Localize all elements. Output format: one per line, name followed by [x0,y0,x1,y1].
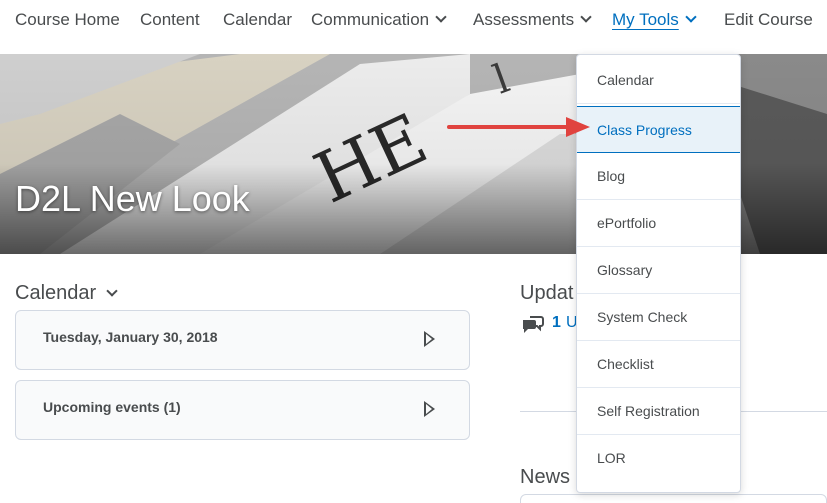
chevron-down-icon [435,11,447,23]
menu-item-blog[interactable]: Blog [577,153,740,200]
menu-item-self-registration[interactable]: Self Registration [577,388,740,435]
updates-widget-title: Updat [520,282,574,304]
play-arrow-icon [424,401,435,417]
chevron-down-icon [580,11,592,23]
nav-edit-course[interactable]: Edit Course [724,10,813,30]
nav-content[interactable]: Content [140,10,200,30]
news-widget-title: News [520,466,571,488]
course-title: D2L New Look [15,178,250,219]
calendar-upcoming-card[interactable]: Upcoming events (1) [15,380,470,440]
chevron-down-icon [106,285,118,297]
play-arrow-icon [424,331,435,347]
menu-item-eportfolio[interactable]: ePortfolio [577,200,740,247]
nav-assessments[interactable]: Assessments [473,10,592,30]
news-widget-box [520,494,827,503]
nav-course-home[interactable]: Course Home [15,10,120,30]
nav-my-tools[interactable]: My Tools [612,10,697,30]
calendar-upcoming-label: Upcoming events (1) [43,399,181,415]
menu-item-system-check[interactable]: System Check [577,294,740,341]
menu-item-glossary[interactable]: Glossary [577,247,740,294]
menu-item-lor[interactable]: LOR [577,435,740,482]
nav-calendar[interactable]: Calendar [223,10,292,30]
menu-item-calendar[interactable]: Calendar [577,57,740,104]
course-navbar: Course Home Content Calendar Communicati… [0,0,827,46]
my-tools-dropdown: Calendar Class Progress Blog ePortfolio … [576,54,741,493]
chevron-down-icon [685,11,697,23]
updates-count: 1 [552,314,561,331]
menu-item-class-progress[interactable]: Class Progress [577,106,740,153]
discussion-icon [523,316,544,333]
calendar-today-card[interactable]: Tuesday, January 30, 2018 [15,310,470,370]
calendar-today-label: Tuesday, January 30, 2018 [43,329,218,345]
calendar-widget-title[interactable]: Calendar [15,282,118,305]
menu-item-checklist[interactable]: Checklist [577,341,740,388]
nav-communication[interactable]: Communication [311,10,447,30]
